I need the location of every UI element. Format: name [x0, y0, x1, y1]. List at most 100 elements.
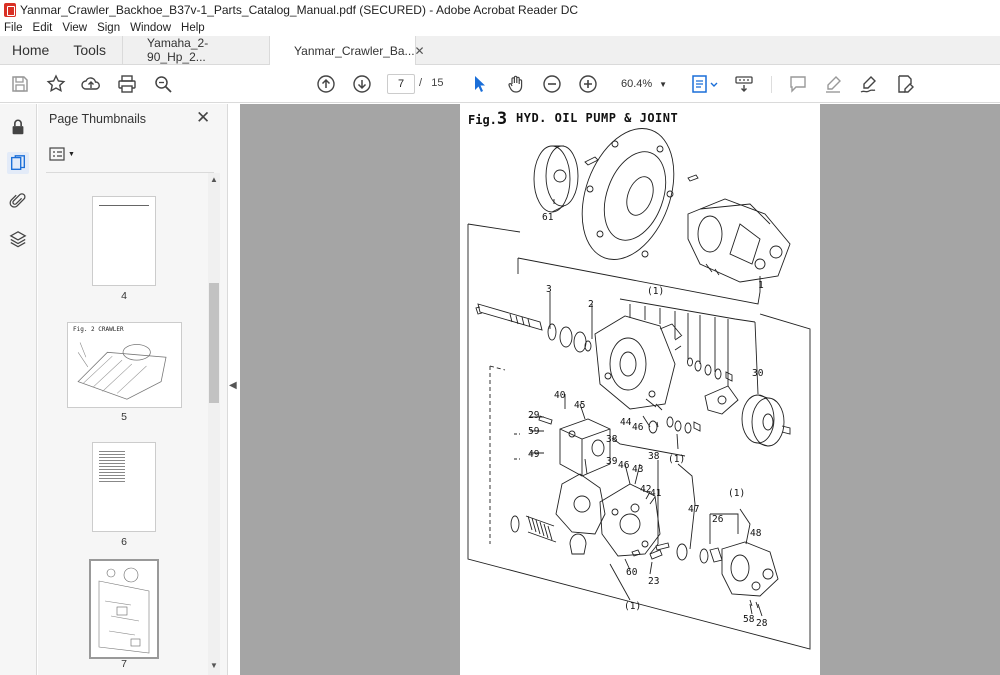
pdf-page: Fig.3 HYD. OIL PUMP & JOINT 61 1 (1) 3 2…	[460, 104, 820, 675]
tab-tools[interactable]: Tools	[61, 36, 122, 64]
menu-window[interactable]: Window	[130, 22, 171, 34]
doc-tab-label: Yamaha_2-90_Hp_2...	[147, 36, 209, 64]
doc-tab-label: Yanmar_Crawler_Ba...	[294, 43, 415, 58]
page-separator: /	[419, 77, 423, 89]
callout-1-paren-3: (1)	[728, 488, 746, 499]
layers-icon[interactable]	[7, 228, 29, 250]
menu-view[interactable]: View	[62, 22, 87, 34]
page-count: / 15	[419, 77, 443, 89]
callout-40: 40	[554, 390, 566, 401]
callout-60: 60	[626, 567, 638, 578]
callout-41: 41	[650, 488, 662, 499]
acrobat-app-icon	[4, 3, 16, 17]
page-thumbnails-icon[interactable]	[7, 152, 29, 174]
zoom-value: 60.4%	[621, 78, 653, 90]
crawler-drawing	[77, 342, 167, 400]
callout-59: 59	[528, 426, 540, 437]
lock-icon[interactable]	[7, 116, 29, 138]
thumbnail-page-5[interactable]: Fig. 2 CRAWLER	[67, 322, 182, 408]
callout-61: 61	[542, 212, 554, 223]
attachments-icon[interactable]	[7, 190, 29, 212]
thumbnail-options-button[interactable]: ▼	[49, 147, 75, 161]
highlight-icon[interactable]	[822, 73, 844, 95]
menu-help[interactable]: Help	[181, 22, 205, 34]
hand-icon[interactable]	[505, 73, 527, 95]
callout-47: 47	[688, 504, 700, 515]
callout-58: 58	[743, 614, 755, 625]
options-list-icon	[49, 147, 65, 161]
bookmark-star-icon[interactable]	[45, 73, 67, 95]
sign-icon[interactable]	[858, 73, 880, 95]
comment-icon[interactable]	[787, 73, 809, 95]
keyboard-scroll-icon[interactable]	[733, 73, 755, 95]
exploded-parts-diagram	[467, 128, 811, 650]
thumbnails-panel: Page Thumbnails ✕ ▼ 4 Fig. 2 CRAWLER 5 6	[38, 104, 228, 675]
prev-page-icon[interactable]	[315, 73, 337, 95]
callout-46b: 46	[618, 460, 630, 471]
zoom-select[interactable]: 60.4% ▼	[613, 74, 671, 94]
thumbnail-page-number: 7	[121, 658, 127, 670]
callout-30: 30	[752, 368, 764, 379]
upload-cloud-icon[interactable]	[80, 73, 102, 95]
current-page-input[interactable]: 7	[387, 74, 415, 94]
thumbnail-page-7[interactable]	[89, 559, 159, 659]
find-zoom-icon[interactable]	[152, 73, 174, 95]
callout-48: 48	[750, 528, 762, 539]
tab-home[interactable]: Home	[0, 36, 61, 64]
callout-1-paren-4: (1)	[624, 601, 642, 612]
panel-title: Page Thumbnails	[49, 112, 147, 126]
title-bar: Yanmar_Crawler_Backhoe_B37v-1_Parts_Cata…	[0, 0, 1000, 20]
callout-39: 39	[606, 456, 618, 467]
document-view[interactable]: Fig.3 HYD. OIL PUMP & JOINT 61 1 (1) 3 2…	[240, 104, 1000, 675]
callout-43: 43	[632, 464, 644, 475]
scroll-down-icon[interactable]: ▼	[209, 661, 219, 670]
callout-1: 1	[758, 280, 764, 291]
callout-38b: 38	[648, 451, 660, 462]
window-title: Yanmar_Crawler_Backhoe_B37v-1_Parts_Cata…	[20, 3, 579, 17]
callout-3: 3	[546, 284, 552, 295]
callout-46: 46	[632, 422, 644, 433]
menu-edit[interactable]: Edit	[33, 22, 53, 34]
main-toolbar: 7 / 15 60.4% ▼	[0, 66, 1000, 103]
callout-2: 2	[588, 299, 594, 310]
doc-tab-yanmar[interactable]: Yanmar_Crawler_Ba... ✕	[269, 36, 425, 65]
fill-sign-icon[interactable]	[894, 73, 916, 95]
callout-44: 44	[620, 417, 632, 428]
menu-sign[interactable]: Sign	[97, 22, 120, 34]
total-pages: 15	[431, 77, 444, 89]
menu-file[interactable]: File	[4, 22, 23, 34]
callout-45: 45	[574, 400, 586, 411]
close-tab-icon[interactable]: ✕	[415, 44, 425, 58]
chevron-down-icon: ▼	[68, 150, 75, 158]
thumbnail-page-number: 5	[121, 411, 127, 423]
callout-38: 38	[606, 434, 618, 445]
callout-1-paren-2: (1)	[668, 454, 686, 465]
thumbnail-page-6[interactable]	[92, 442, 156, 532]
next-page-icon[interactable]	[351, 73, 373, 95]
menu-bar: File Edit View Sign Window Help	[0, 20, 1000, 36]
close-panel-icon[interactable]: ✕	[196, 108, 210, 128]
doc-tab-yamaha[interactable]: Yamaha_2-90_Hp_2...	[122, 36, 269, 64]
thumbnail-page-4[interactable]	[92, 196, 156, 286]
scrollbar-thumb[interactable]	[209, 283, 219, 403]
zoom-in-icon[interactable]	[577, 73, 599, 95]
save-icon[interactable]	[9, 73, 31, 95]
select-cursor-icon[interactable]	[469, 73, 491, 95]
callout-29: 29	[528, 410, 540, 421]
thumbnails-scrollbar[interactable]: ▲ ▼	[208, 173, 220, 675]
panel-divider	[46, 172, 214, 173]
callout-49: 49	[528, 449, 540, 460]
collapse-panel-icon[interactable]: ◀	[229, 380, 239, 394]
toolbar-divider	[771, 76, 772, 93]
callout-26: 26	[712, 514, 724, 525]
callout-1-paren: (1)	[647, 286, 665, 297]
pump-drawing-thumbnail	[98, 567, 150, 654]
fit-page-icon[interactable]	[690, 73, 720, 95]
zoom-out-icon[interactable]	[541, 73, 563, 95]
left-rail	[0, 104, 37, 675]
callout-23: 23	[648, 576, 660, 587]
scroll-up-icon[interactable]: ▲	[209, 175, 219, 184]
thumbnail-page-number: 4	[121, 290, 127, 302]
print-icon[interactable]	[116, 73, 138, 95]
callout-28: 28	[756, 618, 768, 629]
